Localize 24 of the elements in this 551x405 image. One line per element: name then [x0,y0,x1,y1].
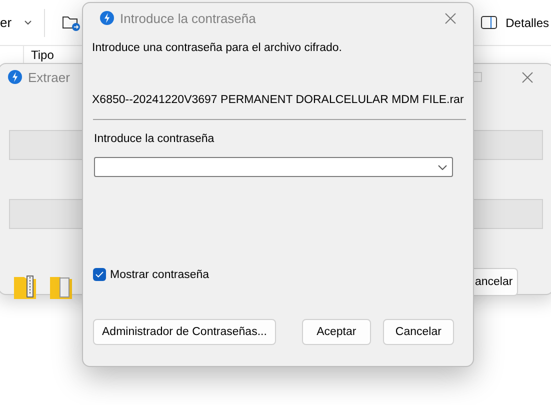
checkmark-icon [95,271,104,278]
app-icon [8,70,22,84]
folder-icon[interactable] [62,14,80,30]
file-name: X6850--20241220V3697 PERMANENT DORALCELULAR MDM FILE.rar [92,94,464,106]
checkbox[interactable] [93,268,106,281]
close-icon[interactable] [445,12,456,24]
column-header[interactable]: Tipo [31,48,54,62]
chevron-down-icon[interactable] [438,164,447,170]
ok-button[interactable]: Aceptar [302,319,371,345]
cancel-button[interactable]: ancelar [474,268,518,296]
password-field[interactable] [94,157,453,177]
view-button[interactable]: er [0,15,12,30]
close-icon[interactable] [522,72,533,82]
checkbox-label[interactable]: Mostrar contraseña [110,268,210,280]
chevron-down-icon [24,20,32,25]
dialog-message: Introduce una contraseña para el archivo cifrado. [92,42,343,54]
window-title: Extraer [28,70,70,84]
details-pane-icon[interactable] [480,16,497,29]
field-label: Introduce la contraseña [94,133,216,145]
details-button[interactable]: Detalles [506,16,549,30]
dialog-title: Introduce la contraseña [120,10,256,26]
manager-button[interactable]: Administrador de Contraseñas... [93,319,276,345]
cancel-button[interactable]: Cancelar [382,319,454,345]
app-icon [100,11,114,25]
